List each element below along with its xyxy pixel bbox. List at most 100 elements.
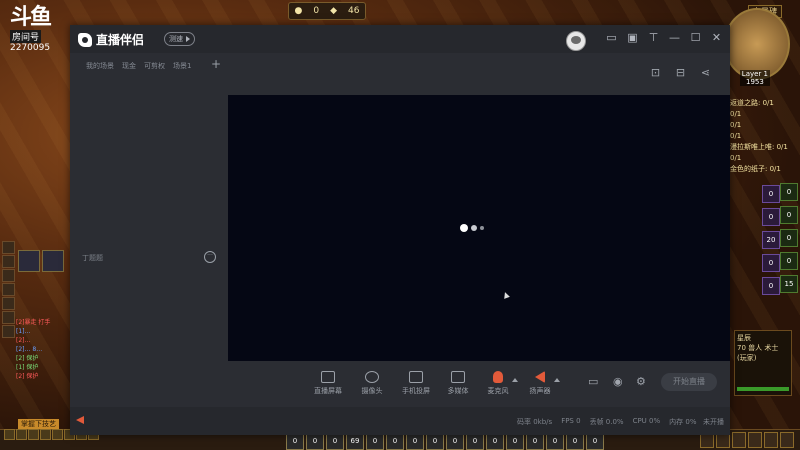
action-slot[interactable]	[2, 297, 15, 310]
maximize-icon[interactable]: ☐	[690, 32, 701, 43]
layout-icon[interactable]: ⊟	[675, 67, 686, 78]
microphone-button[interactable]: 麦克风	[478, 371, 518, 396]
menu-button[interactable]	[28, 429, 39, 440]
minimize-icon[interactable]: —	[669, 32, 680, 43]
loader-dot	[460, 224, 468, 232]
fps-stat: FPS 0	[561, 417, 581, 425]
preview-toolbar: ⊡ ⊟ ⋖	[650, 67, 711, 78]
chat-line: [2] 保护	[16, 355, 39, 362]
tab-cash[interactable]: 现金	[122, 61, 136, 71]
target-desc: 70 兽人 术士 (玩家)	[737, 344, 779, 362]
monitor-icon[interactable]: ▭	[606, 32, 617, 43]
loading-spinner	[460, 224, 484, 232]
action-slot[interactable]	[2, 255, 15, 268]
target-name: 星辰	[737, 334, 751, 342]
speaker-button[interactable]: 扬声器	[520, 371, 560, 396]
target-frame[interactable]: 星辰 70 兽人 术士 (玩家)	[734, 330, 792, 396]
close-icon[interactable]: ✕	[711, 32, 722, 43]
bag-icon[interactable]	[764, 432, 778, 448]
action-slot[interactable]	[2, 325, 15, 338]
ability-slot[interactable]: 0	[780, 183, 798, 201]
quest-line: 返道之路: 0/1	[730, 99, 774, 107]
menu-button[interactable]	[4, 429, 15, 440]
action-slot[interactable]	[2, 283, 15, 296]
screen-capture-button[interactable]: 直播屏幕	[308, 371, 348, 396]
mouse-cursor	[502, 291, 510, 299]
buff-icons	[18, 250, 64, 272]
play-icon	[186, 36, 190, 42]
chat-line: [2]… 8…	[16, 346, 43, 353]
scene-panel: 我的场景 现金 可剪权 场景1 + 丁题题 ···	[70, 53, 228, 407]
scene-empty-label: 丁题题	[82, 254, 103, 262]
camera-icon	[365, 371, 379, 383]
tab-clip[interactable]: 可剪权	[144, 61, 165, 71]
gift-icon[interactable]: ⊡	[650, 67, 661, 78]
shirt-icon[interactable]: ⊤	[648, 32, 659, 43]
more-options-icon[interactable]: ···	[204, 251, 216, 263]
action-slot[interactable]	[2, 269, 15, 282]
menu-button[interactable]	[52, 429, 63, 440]
stream-preview[interactable]	[228, 95, 730, 361]
ability-slot[interactable]: 0	[762, 185, 780, 203]
app-logo-icon	[78, 32, 92, 47]
bag-icon[interactable]	[732, 432, 746, 448]
loader-dot	[471, 225, 477, 231]
game-currency-bar: ● 0 ◆ 46	[288, 2, 366, 20]
menu-button[interactable]	[40, 429, 51, 440]
app-brand: 直播伴侣	[78, 31, 144, 48]
ability-slot[interactable]: 15	[780, 275, 798, 293]
title-bar: 直播伴侣 测速 ▭ ▣ ⊤ — ☐ ✕	[70, 25, 730, 53]
microphone-menu-caret-icon[interactable]	[512, 378, 518, 382]
start-live-button[interactable]: 开始直播	[661, 373, 717, 391]
media-icon	[451, 371, 465, 383]
ability-slot[interactable]: 20	[762, 231, 780, 249]
ability-slot[interactable]: 0	[780, 252, 798, 270]
bag-icon[interactable]	[780, 432, 794, 448]
left-action-bar	[2, 240, 16, 339]
eye-icon[interactable]: ◉	[613, 376, 623, 387]
chat-line: [2]暴走 打手	[16, 319, 51, 326]
room-label: 房间号	[10, 30, 42, 43]
chat-line: [2] 保护	[16, 373, 39, 380]
action-slot[interactable]	[2, 311, 15, 324]
target-health-bar	[737, 387, 789, 391]
tab-scene-1[interactable]: 场景1	[173, 61, 191, 71]
screen-icon[interactable]: ▣	[627, 32, 638, 43]
gem-icon: ◆	[330, 6, 338, 16]
menu-button[interactable]	[16, 429, 27, 440]
avatar[interactable]	[566, 31, 586, 51]
douyu-watermark: 斗鱼 房间号 2270095	[10, 6, 60, 62]
settings-gear-icon[interactable]: ⚙	[636, 376, 646, 387]
right-action-bar: 0 0 0 0 0 20 0 0 15 0	[762, 180, 798, 298]
ability-slot[interactable]: 0	[762, 208, 780, 226]
action-slot[interactable]	[2, 241, 15, 254]
ability-slot[interactable]: 0	[762, 254, 780, 272]
share-icon[interactable]: ⋖	[700, 67, 711, 78]
microphone-icon	[493, 371, 503, 383]
phone-cast-button[interactable]: 手机投屏	[396, 371, 436, 396]
window-controls: ▭ ▣ ⊤ — ☐ ✕	[606, 32, 722, 43]
live-state-label: 未开播	[703, 418, 724, 426]
speaker-menu-caret-icon[interactable]	[554, 378, 560, 382]
chat-line: [1] 保护	[16, 364, 39, 371]
ability-slot[interactable]: 0	[780, 206, 798, 224]
app-title: 直播伴侣	[96, 33, 145, 47]
record-icon[interactable]: ▭	[588, 376, 598, 387]
scene-tabs: 我的场景 现金 可剪权 场景1	[86, 61, 191, 71]
bag-icon[interactable]	[748, 432, 762, 448]
camera-button[interactable]: 摄像头	[352, 371, 392, 396]
room-id: 2270095	[10, 43, 51, 53]
volume-icon[interactable]	[76, 416, 84, 424]
quest-line: 0/1	[730, 132, 742, 140]
quest-line: 金色的纸子: 0/1	[730, 165, 781, 173]
ability-slot[interactable]: 0	[780, 229, 798, 247]
media-button[interactable]: 多媒体	[438, 371, 478, 396]
loader-dot	[480, 226, 484, 230]
speed-test-badge[interactable]: 测速	[164, 32, 195, 46]
add-scene-button[interactable]: +	[211, 58, 221, 70]
ability-slot[interactable]: 0	[762, 277, 780, 295]
chat-line: [2]…	[16, 337, 31, 344]
tab-my-scenes[interactable]: 我的场景	[86, 61, 114, 71]
gem-count: 46	[348, 6, 360, 16]
game-chat: [2]暴走 打手 [1]… [2]… [2]… 8… [2] 保护 [1] 保护…	[16, 318, 70, 381]
